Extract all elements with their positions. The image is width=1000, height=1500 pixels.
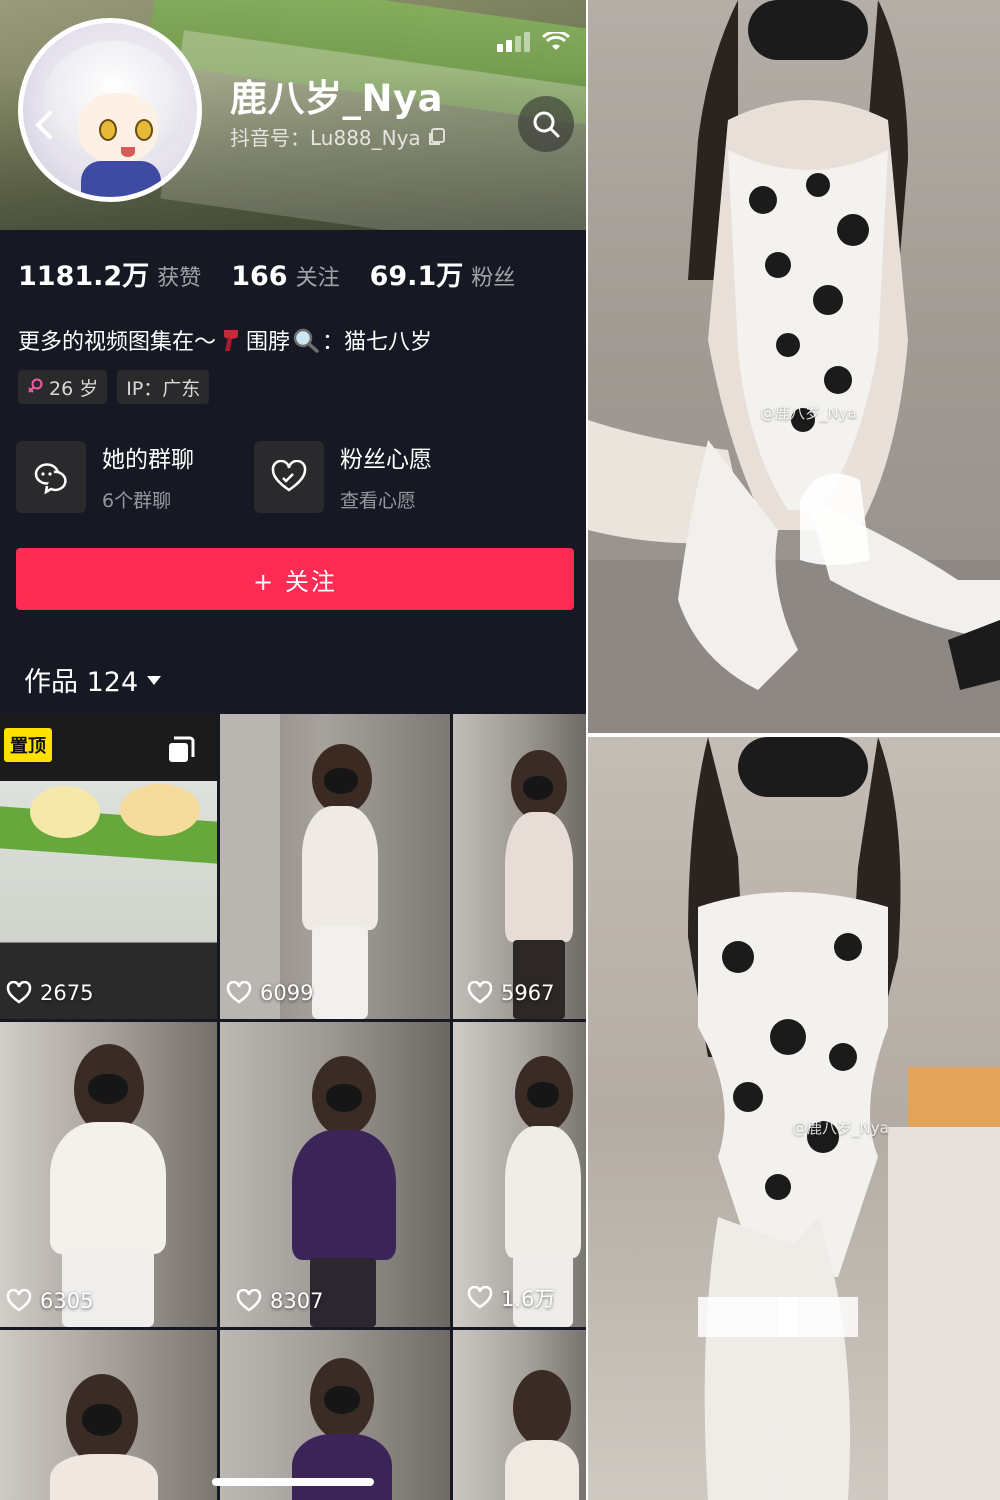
like-count-text: 8307 [270,1289,324,1313]
stat-likes-label: 获赞 [157,266,202,291]
handle-text: 抖音号：Lu888_Nya [230,126,421,150]
photo-bottom: @鹿八岁_Nya [588,737,1000,1500]
heart-outline-icon [226,981,252,1004]
video-tile[interactable] [0,1330,217,1500]
heart-outline-icon [236,1289,262,1312]
like-count: 2675 [6,981,93,1005]
bio-prefix: 更多的视频图集在～ [18,330,217,355]
stat-likes[interactable]: 1181.2万 获赞 [18,254,201,293]
stat-followers-label: 粉丝 [471,266,516,291]
watermark: @鹿八岁_Nya [760,404,857,422]
profile-tags: 26 岁 IP：广东 [18,370,210,404]
home-indicator[interactable] [212,1478,374,1486]
stat-likes-number: 1181.2万 [18,261,150,292]
like-count-text: 5967 [501,981,555,1005]
bio-suffix: ：猫七八岁 [322,330,433,355]
watermark: @鹿八岁_Nya [792,1119,889,1137]
works-tab-label: 作品 124 [24,667,139,698]
copy-icon[interactable] [427,127,447,147]
follow-button[interactable]: + 关注 [16,548,574,610]
video-tile[interactable]: 1.6万 [453,1022,586,1327]
magnifier-icon [293,328,319,353]
fan-wish-icon-box [254,440,324,513]
bio-mid: 围脖 [246,330,291,355]
feature-entries: 她的群聊 6个群聊 粉丝心愿 查看心愿 [16,440,432,513]
caret-down-icon [147,675,162,685]
heart-outline-icon [467,981,493,1004]
profile-bio: 更多的视频图集在～ 围脖 ：猫七八岁 [18,324,432,356]
multi-image-icon [169,736,195,762]
photo-top-illustration [588,0,1000,733]
works-tab[interactable]: 作品 124 [24,660,162,699]
like-count: 8307 [236,1289,323,1313]
video-tile[interactable]: 6099 [220,714,450,1019]
stat-followers[interactable]: 69.1万 粉丝 [370,254,516,293]
stat-following[interactable]: 166 关注 [231,260,339,292]
profile-nickname: 鹿八岁_Nya [230,77,444,120]
video-tile[interactable] [453,1330,586,1500]
like-count: 6099 [226,981,313,1005]
group-chat-entry[interactable]: 她的群聊 6个群聊 [16,440,194,513]
like-count-text: 2675 [40,981,94,1005]
wifi-icon [542,32,570,50]
video-tile[interactable]: 6305 [0,1022,217,1327]
stat-following-label: 关注 [295,266,340,291]
like-count-text: 6305 [40,1289,94,1313]
profile-stats: 1181.2万 获赞 166 关注 69.1万 粉丝 [18,254,515,293]
photo-top: @鹿八岁_Nya [588,0,1000,733]
group-chat-title: 她的群聊 [102,447,194,473]
video-tile[interactable]: 置顶 2675 [0,714,217,1019]
heart-outline-icon [6,1289,32,1312]
like-count: 6305 [6,1289,93,1313]
fan-wish-title: 粉丝心愿 [340,447,432,473]
heart-gift-icon [271,459,307,492]
like-count: 1.6万 [467,1283,555,1313]
fan-wish-entry[interactable]: 粉丝心愿 查看心愿 [254,440,432,513]
video-tile[interactable]: 5967 [453,714,586,1019]
pinned-badge: 置顶 [4,728,52,762]
female-icon [28,378,43,393]
ip-tag: IP：广东 [117,370,210,404]
profile-handle[interactable]: 抖音号：Lu888_Nya [230,122,447,151]
like-count-text: 6099 [260,981,314,1005]
heart-outline-icon [6,981,32,1004]
chevron-left-icon [35,111,52,139]
profile-screen: 鹿八岁_Nya 抖音号：Lu888_Nya 1181.2万 获赞 166 关注 … [0,0,586,1500]
search-icon [533,111,560,138]
search-button[interactable] [518,96,574,152]
video-tile[interactable]: 8307 [220,1022,450,1327]
scarf-icon [224,330,239,351]
status-bar [497,32,570,52]
like-count-text: 1.6万 [501,1287,556,1311]
back-button[interactable] [22,98,66,152]
age-tag: 26 岁 [18,370,108,404]
age-text: 26 岁 [49,377,99,400]
chat-bubbles-icon [34,462,67,494]
group-chat-subtitle: 6个群聊 [102,490,172,512]
video-tile[interactable] [220,1330,450,1500]
stat-followers-number: 69.1万 [369,261,464,292]
group-chat-icon-box [16,440,86,513]
stat-following-number: 166 [231,261,288,292]
like-count: 5967 [467,981,554,1005]
fan-wish-subtitle: 查看心愿 [340,490,417,512]
ip-text: IP：广东 [126,377,201,400]
heart-outline-icon [467,1286,493,1309]
cellular-signal-icon [497,32,530,52]
